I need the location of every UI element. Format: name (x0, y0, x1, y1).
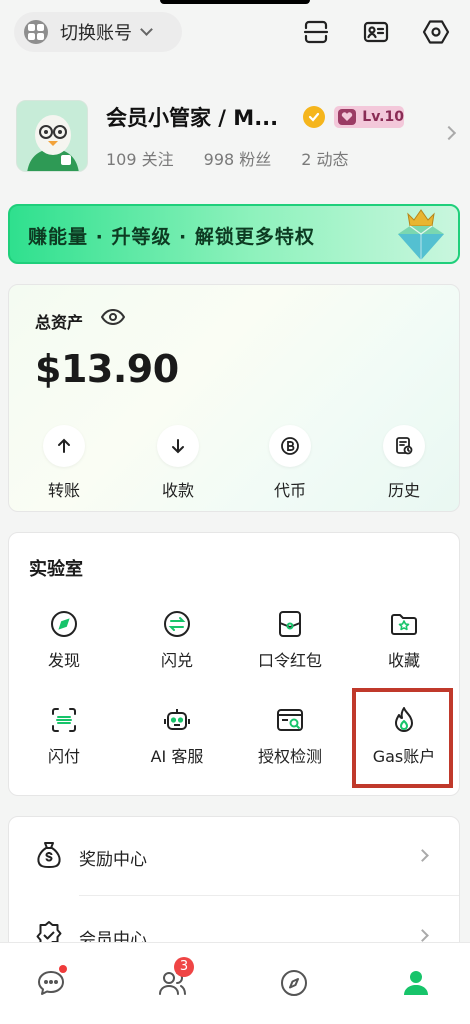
auth-check-icon (277, 709, 303, 731)
lab-item-favorites[interactable]: 收藏 (349, 609, 459, 671)
history-icon (383, 425, 425, 467)
chevron-right-icon (441, 125, 457, 141)
nav-contacts[interactable]: 3 (152, 957, 194, 1003)
lab-item-label: 闪兑 (160, 651, 193, 670)
nav-discover[interactable] (274, 963, 314, 1003)
lab-item-discover[interactable]: 发现 (9, 609, 119, 671)
total-assets-amount: $13.90 (35, 347, 179, 391)
notification-badge: 3 (174, 957, 194, 977)
switch-account-label: 切换账号 (60, 23, 132, 44)
level-text: Lv.10 (362, 109, 404, 125)
swap-icon (164, 611, 190, 637)
total-assets-label: 总资产 (35, 313, 84, 332)
posts-count[interactable]: 2 动态 (301, 146, 348, 170)
scan-pay-icon (52, 708, 76, 732)
lab-item-swap[interactable]: 闪兑 (122, 609, 232, 671)
lab-item-auth-check[interactable]: 授权检测 (235, 705, 345, 767)
discover-icon (281, 970, 307, 996)
arrow-down-icon (157, 425, 199, 467)
receive-label: 收款 (161, 481, 194, 500)
history-action[interactable]: 历史 (359, 425, 449, 501)
settings-icon[interactable] (418, 14, 454, 50)
divider (79, 895, 459, 896)
grid-icon (24, 20, 48, 44)
lab-item-red-packet[interactable]: 口令红包 (235, 609, 345, 671)
profile-section[interactable]: 会员小管家 / M... Lv.10 109 关注 998 粉丝 2 动态 (16, 100, 457, 174)
history-label: 历史 (387, 481, 420, 500)
receive-action[interactable]: 收款 (133, 425, 223, 501)
menu-item-label: 奖励中心 (79, 850, 147, 870)
promo-banner[interactable]: 赚能量 · 升等级 · 解锁更多特权 (8, 204, 460, 264)
chevron-down-icon (140, 22, 153, 36)
transfer-action[interactable]: 转账 (19, 425, 109, 501)
id-card-icon[interactable] (358, 14, 394, 50)
tokens-label: 代币 (273, 481, 306, 500)
heart-icon (338, 109, 357, 125)
folder-star-icon (391, 614, 417, 635)
lab-item-label: 闪付 (47, 747, 80, 766)
red-packet-icon (279, 611, 301, 637)
verified-icon (303, 106, 325, 128)
lab-title: 实验室 (29, 559, 83, 580)
lab-item-label: 收藏 (387, 651, 420, 670)
chevron-right-icon (416, 849, 429, 862)
compass-icon (51, 611, 77, 637)
banner-text: 赚能量 · 升等级 · 解锁更多特权 (28, 226, 315, 248)
top-bar: 切换账号 (14, 12, 456, 52)
robot-icon (164, 709, 190, 730)
nav-chat[interactable] (31, 963, 71, 1003)
chevron-right-icon (416, 929, 429, 942)
avatar[interactable] (16, 100, 88, 172)
lab-item-label: AI 客服 (150, 747, 204, 766)
level-badge: Lv.10 (334, 106, 404, 128)
asset-card: 总资产 $13.90 转账 收款 代币 历史 (8, 284, 460, 512)
tokens-action[interactable]: 代币 (245, 425, 335, 501)
eye-icon[interactable] (101, 307, 125, 327)
arrow-up-icon (43, 425, 85, 467)
lab-item-ai-support[interactable]: AI 客服 (122, 705, 232, 767)
money-bag-icon (37, 842, 61, 868)
transfer-label: 转账 (47, 481, 80, 500)
profile-stats: 109 关注 998 粉丝 2 动态 (106, 146, 349, 170)
unread-dot (59, 965, 67, 973)
profile-icon (404, 971, 428, 995)
following-count[interactable]: 109 关注 (106, 146, 174, 170)
lab-item-quick-pay[interactable]: 闪付 (9, 705, 119, 767)
menu-item-rewards[interactable]: 奖励中心 (9, 817, 459, 896)
bottom-nav: 3 (0, 942, 470, 1024)
highlight-box (352, 688, 453, 788)
lab-item-label: 发现 (47, 651, 80, 670)
switch-account-button[interactable]: 切换账号 (14, 12, 182, 52)
scan-icon[interactable] (298, 14, 334, 50)
crown-gem-icon (398, 209, 444, 260)
lab-item-label: 口令红包 (257, 651, 322, 670)
camera-notch (160, 0, 310, 4)
lab-item-label: 授权检测 (257, 747, 322, 766)
profile-name: 会员小管家 / M... (106, 106, 279, 130)
nav-profile[interactable] (396, 963, 436, 1003)
followers-count[interactable]: 998 粉丝 (204, 146, 272, 170)
bitcoin-icon (269, 425, 311, 467)
